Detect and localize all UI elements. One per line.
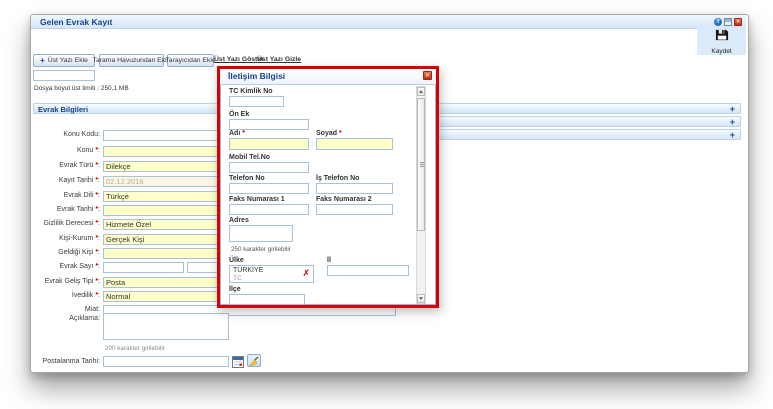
calendar-icon[interactable] <box>232 355 244 367</box>
iletisim-bilgisi-modal: İletişim Bilgisi ✕ TC Kimlik No Ön Ek Ad… <box>217 66 439 308</box>
soyad-input[interactable] <box>316 138 393 150</box>
scrollbar-thumb[interactable] <box>417 98 425 231</box>
evrak-gelis-tipi-label: Evrak Geliş Tipi* : <box>33 278 100 285</box>
is-telefon-label: İş Telefon No <box>316 175 359 182</box>
titlebar-icons: ? ✕ <box>714 18 742 26</box>
tc-kimlik-input[interactable] <box>229 96 284 107</box>
scroll-up-icon[interactable] <box>417 87 425 96</box>
postalanma-tarihi-label: Postalanma Tarihi : <box>33 358 100 365</box>
evrak-dili-label: Evrak Dili* : <box>33 192 100 199</box>
page-title: Gelen Evrak Kayıt <box>40 17 112 27</box>
ulke-selected-box: TÜRKİYE TC ✗ <box>229 265 314 283</box>
close-icon[interactable]: ✕ <box>734 18 742 26</box>
modal-title: İletişim Bilgisi <box>228 71 285 81</box>
help-icon[interactable]: ? <box>714 18 722 26</box>
ulke-label: Ülke <box>229 257 244 264</box>
evrak-bilgileri-title: Evrak Bilgileri <box>38 105 88 114</box>
page: Gelen Evrak Kayıt ? ✕ Kaydet + Üst Yazı … <box>0 0 773 409</box>
clear-broom-icon[interactable] <box>247 354 261 367</box>
tarama-havuzundan-ekle-button[interactable]: Tarama Havuzundan Ekle <box>99 54 164 67</box>
aciklama-label: Açıklama : <box>33 315 100 322</box>
miat-label: Miat : <box>33 306 100 313</box>
window-titlebar: Gelen Evrak Kayıt ? ✕ <box>31 15 746 29</box>
faks2-label: Faks Numarası 2 <box>316 196 372 203</box>
remove-country-icon[interactable]: ✗ <box>302 269 310 278</box>
on-ek-input[interactable] <box>229 119 309 130</box>
ust-yazi-gizle-link[interactable]: Üst Yazı Gizle <box>257 56 301 63</box>
telefon-input[interactable] <box>229 183 309 194</box>
file-size-limit-note: Dosya boyut üst limiti : 250,1 MB <box>34 85 152 93</box>
mobil-tel-label: Mobil Tel.No <box>229 154 270 161</box>
ivedilik-label: İvedilik* : <box>33 292 100 299</box>
save-button-label: Kaydet <box>711 48 731 55</box>
evrak-sayi-input-1[interactable] <box>103 262 184 273</box>
faks1-label: Faks Numarası 1 <box>229 196 285 203</box>
evrak-tarihi-label: Evrak Tarihi* : <box>33 206 100 213</box>
modal-scrollbar[interactable] <box>416 86 426 304</box>
tarayicidan-label: Tarayıcıdan Ekle <box>165 57 215 64</box>
geldigi-kisi-label: Geldiği Kişi* : <box>33 249 100 256</box>
is-telefon-input[interactable] <box>316 183 393 194</box>
ust-yazi-ekle-button[interactable]: + Üst Yazı Ekle <box>33 54 95 67</box>
modal-titlebar: İletişim Bilgisi ✕ <box>220 69 436 85</box>
tarayicidan-ekle-button[interactable]: Tarayıcıdan Ekle <box>167 54 214 67</box>
ulke-value: TÜRKİYE <box>233 267 263 274</box>
plus-icon: + <box>40 56 45 65</box>
postalanma-tarihi-input[interactable] <box>103 356 229 367</box>
adi-input[interactable] <box>229 138 309 150</box>
aciklama-char-note: 200 karakter girilebilir <box>105 345 165 352</box>
expand-plus-icon[interactable]: + <box>730 117 735 127</box>
floppy-disk-icon <box>715 28 729 47</box>
tc-kimlik-label: TC Kimlik No <box>229 88 273 95</box>
ust-yazi-ekle-label: Üst Yazı Ekle <box>48 57 88 64</box>
save-button[interactable]: Kaydet <box>697 28 746 55</box>
gizlilik-derecesi-label: Gizlilik Derecesi* : <box>33 220 100 227</box>
expand-plus-icon[interactable]: + <box>730 130 735 140</box>
adres-char-note: 250 karakter girilebilir <box>231 246 291 253</box>
modal-close-icon[interactable]: ✕ <box>423 71 432 80</box>
soyad-label: Soyad* <box>316 130 342 137</box>
adres-textarea[interactable] <box>229 225 293 242</box>
adi-label: Adı* <box>229 130 245 137</box>
il-label: İl <box>327 257 331 264</box>
evrak-sayi-label: Evrak Sayı* : <box>33 263 100 270</box>
tarama-havuzundan-label: Tarama Havuzundan Ekle <box>93 57 171 64</box>
kayit-tarihi-label: Kayıt Tarihi* : <box>33 177 100 184</box>
kisi-kurum-label: Kişi-Kurum* : <box>33 235 100 242</box>
faks1-input[interactable] <box>229 204 309 215</box>
konu-label: Konu* : <box>33 147 100 154</box>
ilce-input[interactable] <box>229 294 305 305</box>
mobil-tel-input[interactable] <box>229 162 309 173</box>
expand-plus-icon[interactable]: + <box>730 104 735 114</box>
ulke-code: TC <box>233 275 242 282</box>
faks2-input[interactable] <box>316 204 393 215</box>
telefon-label: Telefon No <box>229 175 265 182</box>
window-icon[interactable] <box>724 18 732 26</box>
ilce-label: İlçe <box>229 286 241 293</box>
aciklama-textarea[interactable] <box>103 313 229 340</box>
evrak-turu-label: Evrak Türü* : <box>33 162 100 169</box>
scroll-down-icon[interactable] <box>417 294 425 303</box>
konu-kodu-label: Konu Kodu : <box>33 131 100 138</box>
il-input[interactable] <box>327 265 409 276</box>
attachment-list-box <box>33 70 95 81</box>
adres-label: Adres <box>229 217 249 224</box>
on-ek-label: Ön Ek <box>229 111 249 118</box>
